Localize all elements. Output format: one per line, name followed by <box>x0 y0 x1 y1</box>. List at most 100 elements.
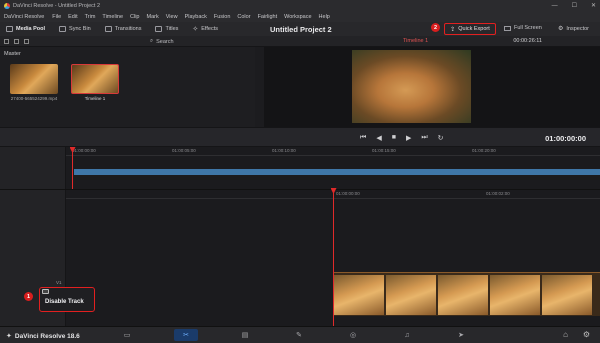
sidebar-toggle-icon[interactable] <box>14 38 19 44</box>
full-screen-button[interactable]: Full Screen <box>504 25 542 31</box>
lower-ruler-tick: 01:00:02:00 <box>486 191 510 196</box>
window-titlebar: DaVinci Resolve - Untitled Project 2 — ☐… <box>0 0 600 11</box>
quick-export-label: Quick Export <box>458 26 490 32</box>
export-icon: ⇪ <box>450 26 456 33</box>
menu-color[interactable]: Color <box>237 14 250 20</box>
color-page-icon[interactable]: ◎ <box>346 329 360 341</box>
upper-ruler-tick: 01:00:15:00 <box>372 148 396 153</box>
transitions-label: Transitions <box>114 26 142 32</box>
go-to-start-icon[interactable]: ⏮ <box>360 134 366 142</box>
video-preview <box>352 50 471 123</box>
menu-view[interactable]: View <box>166 14 178 20</box>
viewer-side-strip <box>255 47 264 127</box>
go-to-end-icon[interactable]: ⏭ <box>421 134 427 142</box>
menu-edit[interactable]: Edit <box>68 14 77 20</box>
titles-button[interactable]: Titles <box>155 26 178 32</box>
track-v1-label: V1 <box>56 280 62 285</box>
full-screen-label: Full Screen <box>514 25 542 31</box>
clip-frame <box>334 275 384 315</box>
minimize-button[interactable]: — <box>552 3 558 9</box>
bin-title: Master <box>4 51 21 57</box>
menu-clip[interactable]: Clip <box>130 14 139 20</box>
inspector-button[interactable]: ⚙ Inspector <box>558 25 590 33</box>
effects-label: Effects <box>201 26 218 32</box>
transport-controls: ⏮ ◀ ■ ▶ ⏭ ↻ <box>360 134 444 142</box>
loop-icon[interactable]: ↻ <box>438 134 444 142</box>
inspector-label: Inspector <box>566 25 590 32</box>
timeline-selector[interactable]: Timeline 1 <box>403 38 428 44</box>
search-field[interactable]: ⌕ Search <box>150 38 174 45</box>
main-timecode: 01:00:00:00 <box>545 134 586 143</box>
cut-page-icon[interactable]: ✂ <box>174 329 198 341</box>
fusion-page-icon[interactable]: ✎ <box>292 329 306 341</box>
search-label: Search <box>156 38 174 45</box>
app-branding: ✦ DaVinci Resolve 18.6 <box>6 332 80 341</box>
edit-page-icon[interactable]: ▤ <box>238 329 252 341</box>
upper-track-clip[interactable] <box>74 169 600 175</box>
upper-ruler-tick: 01:00:10:00 <box>272 148 296 153</box>
upper-playhead[interactable] <box>72 147 73 189</box>
video-clip-strip[interactable] <box>334 272 600 316</box>
media-page-icon[interactable]: ▭ <box>120 329 134 341</box>
menu-workspace[interactable]: Workspace <box>284 14 311 20</box>
menu-trim[interactable]: Trim <box>85 14 96 20</box>
quick-export-button[interactable]: ⇪ Quick Export <box>444 23 496 35</box>
page-navigation-bar: ✦ DaVinci Resolve 18.6 ▭ ✂ ▤ ✎ ◎ ♫ ➤ ⌂ ⚙ <box>0 326 600 343</box>
menu-playback[interactable]: Playback <box>185 14 207 20</box>
menu-fusion[interactable]: Fusion <box>214 14 231 20</box>
timeline-thumbnail-name: Timeline 1 <box>84 96 106 101</box>
clip-frame <box>438 275 488 315</box>
thumbnail-view-icon[interactable] <box>24 38 29 44</box>
clip-name: 27400-565524299.mp4 <box>10 96 58 101</box>
stop-icon[interactable]: ■ <box>392 134 396 142</box>
upper-ruler-tick: 01:00:00:00 <box>72 148 96 153</box>
step-1-badge: 1 <box>24 292 33 301</box>
menu-timeline[interactable]: Timeline <box>102 14 123 20</box>
settings-icon[interactable]: ⚙ <box>583 330 590 339</box>
davinci-logo-icon <box>4 2 10 9</box>
inspector-icon: ⚙ <box>558 26 564 32</box>
media-pool-icon <box>6 26 13 32</box>
clip-thumbnail[interactable] <box>10 64 58 94</box>
menu-file[interactable]: File <box>52 14 61 20</box>
menu-fairlight[interactable]: Fairlight <box>258 14 278 20</box>
upper-ruler-tick: 01:00:20:00 <box>472 148 496 153</box>
effects-button[interactable]: ✧ Effects <box>192 25 218 33</box>
timeline-thumbnail[interactable] <box>71 64 119 94</box>
maximize-button[interactable]: ☐ <box>572 2 577 9</box>
disable-track-tooltip: Disable Track <box>45 299 84 305</box>
window-controls: — ☐ ✕ <box>552 0 596 11</box>
bin-list-icon[interactable] <box>4 38 9 44</box>
search-icon: ⌕ <box>150 38 154 44</box>
project-title: Untitled Project 2 <box>270 25 332 34</box>
close-button[interactable]: ✕ <box>591 2 596 9</box>
transitions-icon <box>104 26 112 32</box>
menu-mark[interactable]: Mark <box>147 14 159 20</box>
sync-bin-button[interactable]: Sync Bin <box>59 26 91 32</box>
play-icon[interactable]: ▶ <box>406 134 411 142</box>
upper-ruler: 01:00:00:00 01:00:05:00 01:00:10:00 01:0… <box>66 147 600 156</box>
fairlight-page-icon[interactable]: ♫ <box>400 329 414 341</box>
page-tabs: ▭ ✂ ▤ ✎ ◎ ♫ ➤ <box>120 329 468 341</box>
track-toggle-icon[interactable] <box>42 289 49 294</box>
menu-davinci-resolve[interactable]: DaVinci Resolve <box>4 14 44 20</box>
clip-frame <box>490 275 540 315</box>
deliver-page-icon[interactable]: ➤ <box>454 329 468 341</box>
transitions-button[interactable]: Transitions <box>104 26 142 32</box>
lower-playhead[interactable] <box>333 190 334 327</box>
viewer-panel <box>264 47 600 127</box>
home-icon[interactable]: ⌂ <box>563 330 568 339</box>
sync-bin-icon <box>59 26 67 32</box>
step-2-badge: 2 <box>431 23 440 32</box>
effects-icon: ✧ <box>192 26 199 33</box>
app-name: DaVinci Resolve 18.6 <box>14 332 80 340</box>
sync-bin-label: Sync Bin <box>69 26 91 32</box>
titles-label: Titles <box>165 26 179 32</box>
viewer-timecode: 00:00:26:11 <box>513 38 542 44</box>
media-pool-button[interactable]: Media Pool <box>6 26 45 32</box>
menu-help[interactable]: Help <box>319 14 330 20</box>
media-pool-label: Media Pool <box>16 26 46 32</box>
reverse-play-icon[interactable]: ◀ <box>376 134 381 142</box>
full-screen-icon <box>504 25 511 31</box>
media-pool-toolbar: ⌕ Search <box>0 36 255 47</box>
